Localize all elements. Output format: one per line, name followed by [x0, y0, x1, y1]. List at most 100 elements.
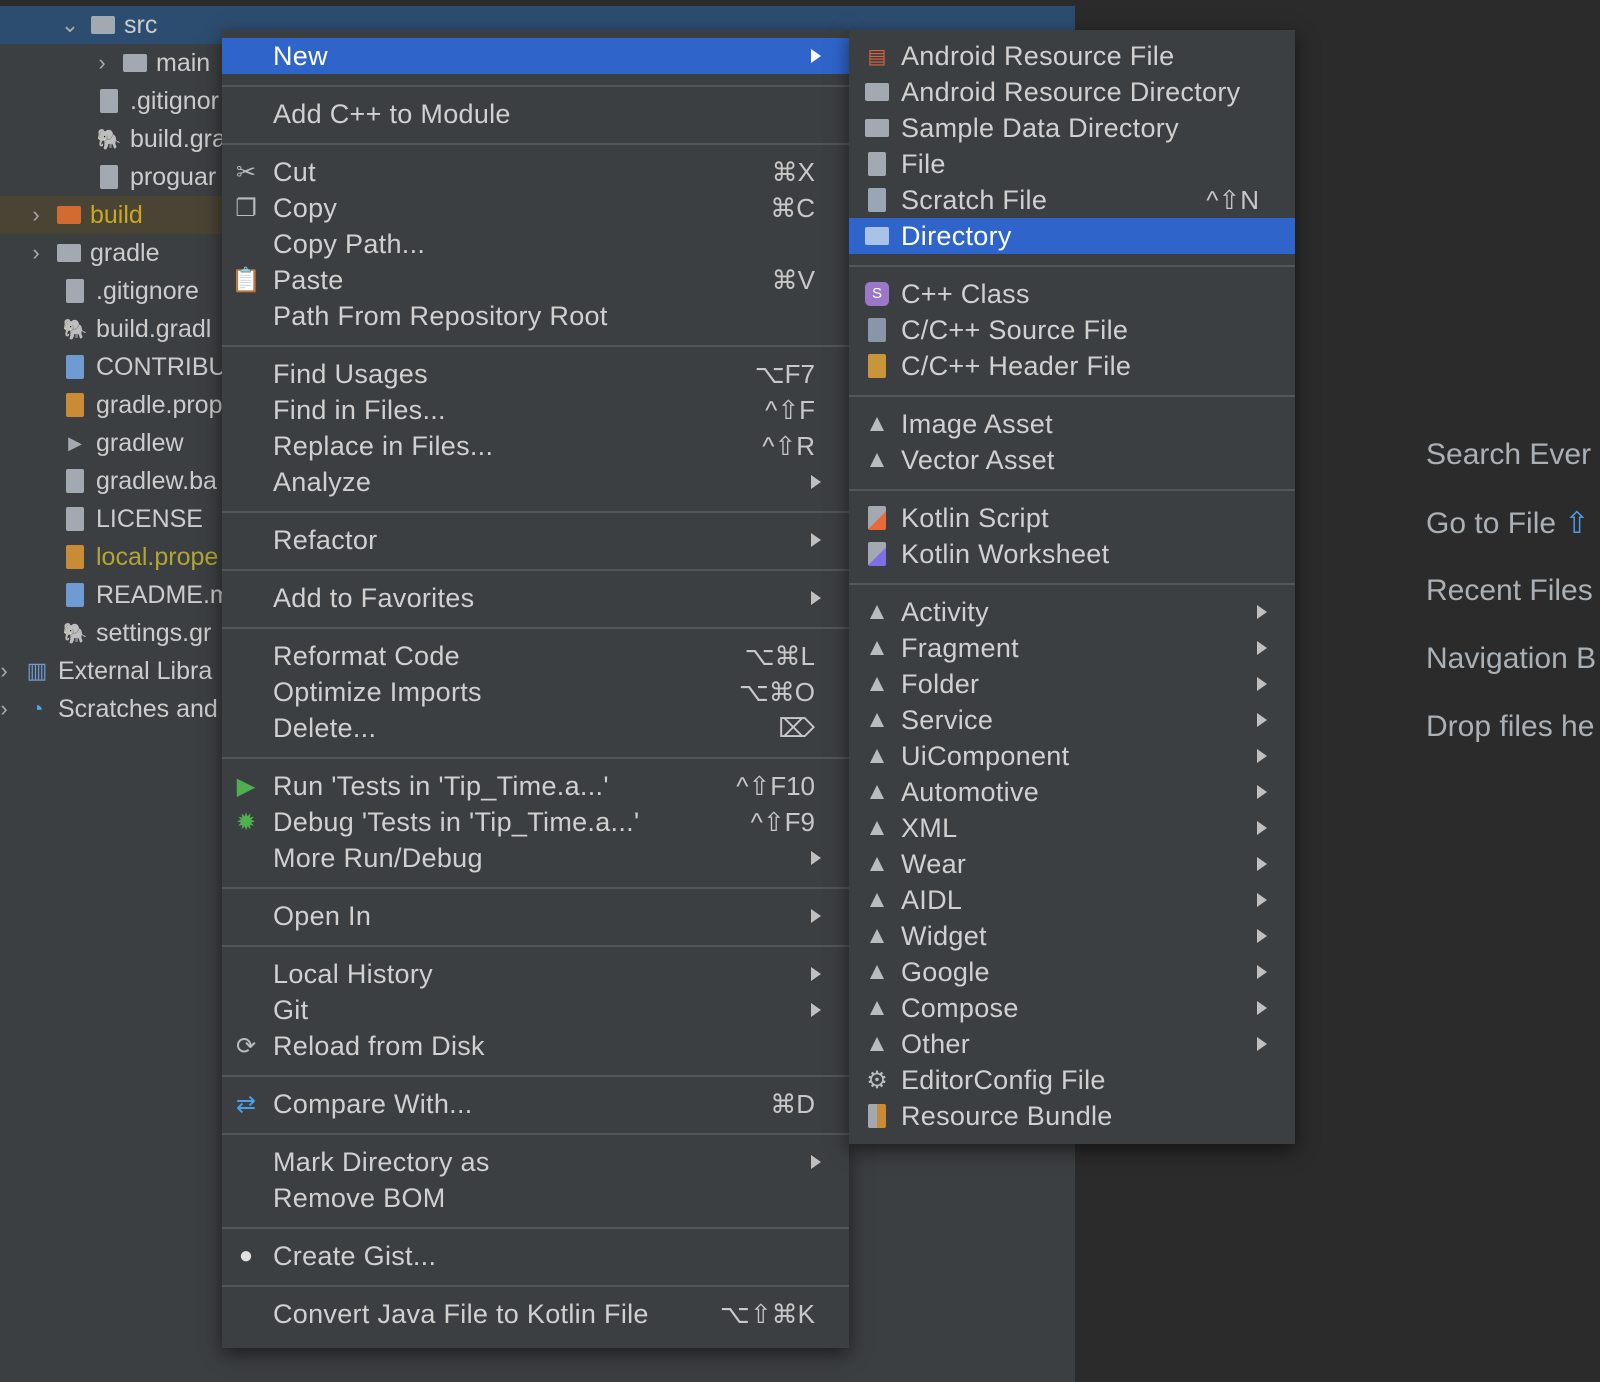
menu-item-optimize-imports[interactable]: Optimize Imports ⌥⌘O: [222, 674, 849, 710]
menu-item-cut[interactable]: ✂ Cut ⌘X: [222, 154, 849, 190]
menu-item-remove-bom[interactable]: Remove BOM: [222, 1180, 849, 1216]
gitignore-file-icon: [62, 278, 88, 304]
submenu-item-android-resource-file[interactable]: ▤ Android Resource File: [849, 38, 1295, 74]
tree-item-external-libraries[interactable]: › ▥ External Libra: [0, 652, 212, 690]
submenu-item-file[interactable]: File: [849, 146, 1295, 182]
submenu-item-uicomponent[interactable]: ▲ UiComponent: [849, 738, 1295, 774]
submenu-item-aidl[interactable]: ▲ AIDL: [849, 882, 1295, 918]
submenu-item-directory[interactable]: Directory: [849, 218, 1295, 254]
tree-item-gradlew-bat[interactable]: gradlew.ba: [62, 462, 217, 500]
submenu-item-compose[interactable]: ▲ Compose: [849, 990, 1295, 1026]
menu-item-add-cpp[interactable]: Add C++ to Module: [222, 96, 849, 132]
tree-item-gradle-properties[interactable]: gradle.prop: [62, 386, 222, 424]
menu-separator: [222, 887, 849, 889]
menu-item-delete[interactable]: Delete... ⌦: [222, 710, 849, 746]
menu-item-debug-tests[interactable]: ✹ Debug 'Tests in 'Tip_Time.a...' ^⇧F9: [222, 804, 849, 840]
menu-item-mark-directory-as[interactable]: Mark Directory as: [222, 1144, 849, 1180]
chevron-down-icon[interactable]: ⌄: [58, 12, 82, 38]
menu-item-find-usages[interactable]: Find Usages ⌥F7: [222, 356, 849, 392]
submenu-item-wear[interactable]: ▲ Wear: [849, 846, 1295, 882]
android-icon: ▲: [865, 1030, 889, 1057]
tree-item-scratches[interactable]: › ◔ Scratches and: [0, 690, 218, 728]
submenu-item-resource-bundle[interactable]: Resource Bundle: [849, 1098, 1295, 1134]
menu-item-git[interactable]: Git: [222, 992, 849, 1028]
tree-item-main[interactable]: › main: [90, 44, 210, 82]
menu-item-open-in[interactable]: Open In: [222, 898, 849, 934]
submenu-item-google[interactable]: ▲ Google: [849, 954, 1295, 990]
resource-bundle-icon: [863, 1102, 891, 1130]
tree-item-settings-gradle[interactable]: 🐘 settings.gr: [62, 614, 212, 652]
submenu-item-kotlin-worksheet[interactable]: Kotlin Worksheet: [849, 536, 1295, 572]
submenu-item-fragment[interactable]: ▲ Fragment: [849, 630, 1295, 666]
menu-item-run-tests[interactable]: ▶ Run 'Tests in 'Tip_Time.a...' ^⇧F10: [222, 768, 849, 804]
android-icon: ▲: [865, 994, 889, 1021]
submenu-item-cpp-source-file[interactable]: C/C++ Source File: [849, 312, 1295, 348]
tree-item-gitignore[interactable]: .gitignor: [96, 82, 219, 120]
scratches-icon: ◔: [30, 696, 44, 721]
chevron-right-icon[interactable]: ›: [24, 202, 48, 228]
submenu-item-cpp-header-file[interactable]: C/C++ Header File: [849, 348, 1295, 384]
menu-separator: [222, 511, 849, 513]
menu-separator: [222, 569, 849, 571]
menu-separator: [849, 583, 1295, 585]
submenu-item-other[interactable]: ▲ Other: [849, 1026, 1295, 1062]
submenu-item-xml[interactable]: ▲ XML: [849, 810, 1295, 846]
chevron-right-icon[interactable]: ›: [90, 50, 114, 76]
android-icon: ▲: [865, 446, 889, 473]
menu-item-add-to-favorites[interactable]: Add to Favorites: [222, 580, 849, 616]
tree-item-contributing[interactable]: CONTRIBU: [62, 348, 227, 386]
menu-item-copy[interactable]: ❐ Copy ⌘C: [222, 190, 849, 226]
tree-item-readme[interactable]: README.m: [62, 576, 231, 614]
menu-item-analyze[interactable]: Analyze: [222, 464, 849, 500]
menu-item-compare-with[interactable]: ⇄ Compare With... ⌘D: [222, 1086, 849, 1122]
menu-item-reformat-code[interactable]: Reformat Code ⌥⌘L: [222, 638, 849, 674]
submenu-item-sample-data-directory[interactable]: Sample Data Directory: [849, 110, 1295, 146]
menu-item-paste[interactable]: 📋 Paste ⌘V: [222, 262, 849, 298]
submenu-item-cpp-class[interactable]: S C++ Class: [849, 276, 1295, 312]
chevron-right-icon[interactable]: ›: [0, 696, 16, 722]
menu-item-copy-path[interactable]: Copy Path...: [222, 226, 849, 262]
submenu-item-android-resource-directory[interactable]: Android Resource Directory: [849, 74, 1295, 110]
tree-item-gradlew[interactable]: ▶ gradlew: [62, 424, 183, 462]
tree-item-proguard[interactable]: proguar: [96, 158, 216, 196]
submenu-item-kotlin-script[interactable]: Kotlin Script: [849, 500, 1295, 536]
tree-item-src[interactable]: ⌄ src: [58, 6, 158, 44]
submenu-item-image-asset[interactable]: ▲ Image Asset: [849, 406, 1295, 442]
menu-item-more-run-debug[interactable]: More Run/Debug: [222, 840, 849, 876]
tree-item-license[interactable]: LICENSE: [62, 500, 203, 538]
menu-item-convert-java-to-kotlin[interactable]: Convert Java File to Kotlin File ⌥⇧⌘K: [222, 1296, 849, 1332]
android-icon: ▲: [865, 922, 889, 949]
tree-item-gitignore-root[interactable]: .gitignore: [62, 272, 199, 310]
submenu-item-folder[interactable]: ▲ Folder: [849, 666, 1295, 702]
context-menu: New Add C++ to Module ✂ Cut ⌘X ❐ Copy ⌘C C…: [222, 30, 849, 1348]
menu-separator: [222, 945, 849, 947]
menu-item-local-history[interactable]: Local History: [222, 956, 849, 992]
menu-item-new[interactable]: New: [222, 38, 849, 74]
menu-item-refactor[interactable]: Refactor: [222, 522, 849, 558]
menu-item-create-gist[interactable]: ● Create Gist...: [222, 1238, 849, 1274]
submenu-item-activity[interactable]: ▲ Activity: [849, 594, 1295, 630]
hint-drop-files: Drop files he: [1426, 710, 1595, 743]
menu-item-reload-from-disk[interactable]: ⟳ Reload from Disk: [222, 1028, 849, 1064]
chevron-right-icon[interactable]: ›: [24, 240, 48, 266]
hint-navigation-bar: Navigation B: [1426, 642, 1597, 675]
tree-item-build-gradle-root[interactable]: 🐘 build.gradl: [62, 310, 212, 348]
tree-item-build[interactable]: › build: [0, 196, 222, 234]
submenu-item-vector-asset[interactable]: ▲ Vector Asset: [849, 442, 1295, 478]
chevron-right-icon[interactable]: ›: [0, 658, 16, 684]
tree-item-build-gradle[interactable]: 🐘 build.gra: [96, 120, 226, 158]
text-file-icon: [62, 506, 88, 532]
tree-item-local-properties[interactable]: local.prope: [62, 538, 218, 576]
submenu-item-service[interactable]: ▲ Service: [849, 702, 1295, 738]
menu-item-replace-in-files[interactable]: Replace in Files... ^⇧R: [222, 428, 849, 464]
gitignore-file-icon: [96, 88, 122, 114]
folder-icon: [863, 114, 891, 142]
submenu-item-scratch-file[interactable]: Scratch File ^⇧N: [849, 182, 1295, 218]
menu-item-path-from-repo-root[interactable]: Path From Repository Root: [222, 298, 849, 334]
submenu-item-automotive[interactable]: ▲ Automotive: [849, 774, 1295, 810]
menu-item-find-in-files[interactable]: Find in Files... ^⇧F: [222, 392, 849, 428]
tree-item-gradle[interactable]: › gradle: [24, 234, 159, 272]
submenu-item-widget[interactable]: ▲ Widget: [849, 918, 1295, 954]
submenu-item-editorconfig-file[interactable]: ⚙ EditorConfig File: [849, 1062, 1295, 1098]
text-file-icon: [62, 468, 88, 494]
